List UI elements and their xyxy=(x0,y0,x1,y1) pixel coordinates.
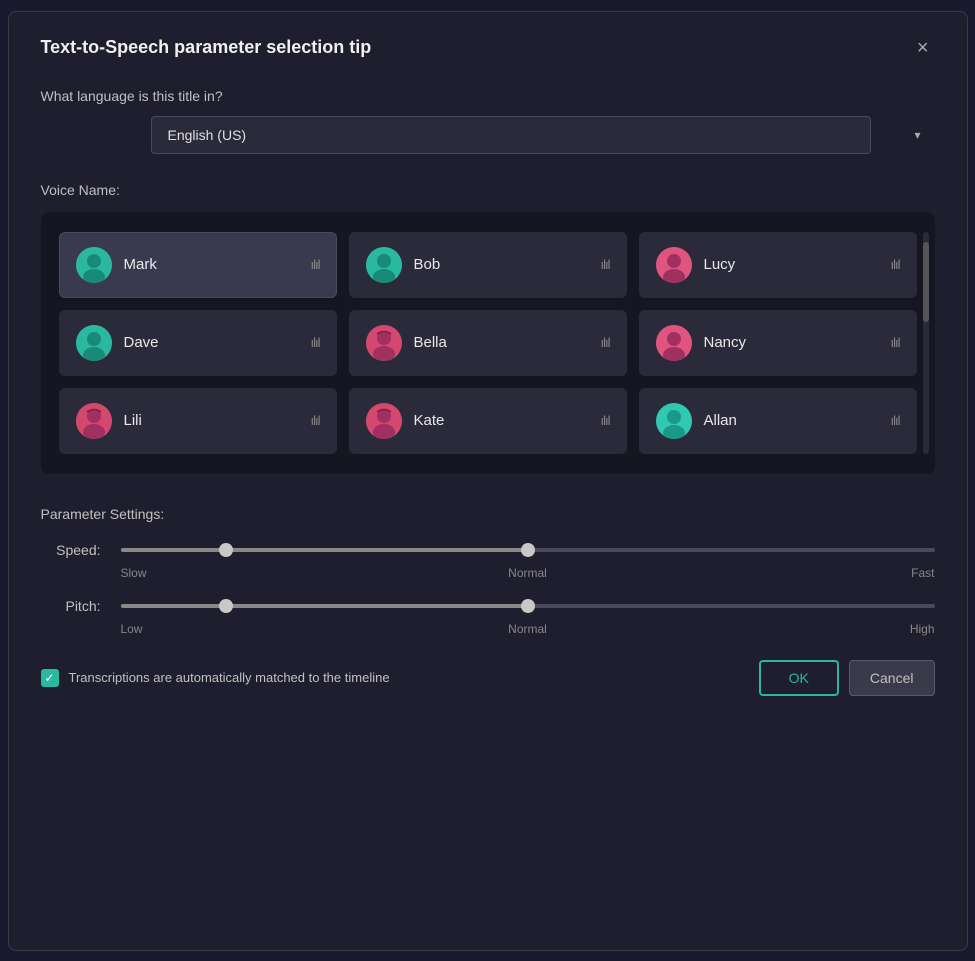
avatar-allan xyxy=(656,403,692,439)
wave-icon-lucy[interactable]: ılıl xyxy=(891,257,900,272)
wave-icon-lili[interactable]: ılıl xyxy=(311,413,320,428)
wave-icon-nancy[interactable]: ılıl xyxy=(891,335,900,350)
voice-card-nancy[interactable]: Nancy ılıl xyxy=(639,310,917,376)
voice-grid: Mark ılıl Bob ılıl Lucy ılıl xyxy=(59,232,917,454)
language-label: What language is this title in? xyxy=(41,88,935,104)
speed-slider-wrapper xyxy=(121,548,935,552)
dialog-header: Text-to-Speech parameter selection tip × xyxy=(41,36,935,60)
voice-name-allan: Allan xyxy=(704,412,891,429)
voice-name-mark: Mark xyxy=(124,256,311,273)
wave-icon-bob[interactable]: ılıl xyxy=(601,257,610,272)
wave-icon-dave[interactable]: ılıl xyxy=(311,335,320,350)
pitch-fill xyxy=(121,604,528,608)
auto-match-checkbox[interactable]: ✓ xyxy=(41,669,59,687)
pitch-slider-wrapper xyxy=(121,604,935,608)
ok-button[interactable]: OK xyxy=(759,660,839,696)
pitch-low-label: Low xyxy=(121,622,143,636)
pitch-high-label: High xyxy=(910,622,935,636)
voice-name-nancy: Nancy xyxy=(704,334,891,351)
dialog-title: Text-to-Speech parameter selection tip xyxy=(41,37,372,58)
voice-name-dave: Dave xyxy=(124,334,311,351)
checkbox-label: Transcriptions are automatically matched… xyxy=(69,670,390,685)
speed-label: Speed: xyxy=(41,542,101,558)
wave-icon-mark[interactable]: ılıl xyxy=(311,257,320,272)
avatar-lucy xyxy=(656,247,692,283)
speed-thumb-1[interactable] xyxy=(219,543,233,557)
checkmark-icon: ✓ xyxy=(44,671,54,685)
footer: ✓ Transcriptions are automatically match… xyxy=(41,660,935,696)
speed-thumb-2[interactable] xyxy=(521,543,535,557)
scrollbar-track xyxy=(923,232,929,454)
param-section-label: Parameter Settings: xyxy=(41,506,935,522)
voice-card-bella[interactable]: Bella ılıl xyxy=(349,310,627,376)
pitch-thumb-1[interactable] xyxy=(219,599,233,613)
chevron-down-icon: ▾ xyxy=(914,128,920,142)
voice-name-bella: Bella xyxy=(414,334,601,351)
wave-icon-bella[interactable]: ılıl xyxy=(601,335,610,350)
voice-name-kate: Kate xyxy=(414,412,601,429)
wave-icon-kate[interactable]: ılıl xyxy=(601,413,610,428)
avatar-bella xyxy=(366,325,402,361)
cancel-button[interactable]: Cancel xyxy=(849,660,935,696)
speed-fast-label: Fast xyxy=(911,566,934,580)
voice-card-lucy[interactable]: Lucy ılıl xyxy=(639,232,917,298)
pitch-label: Pitch: xyxy=(41,598,101,614)
speed-normal-label: Normal xyxy=(508,566,547,580)
avatar-bob xyxy=(366,247,402,283)
pitch-labels: Low Normal High xyxy=(121,622,935,636)
avatar-dave xyxy=(76,325,112,361)
pitch-labels-row: Low Normal High xyxy=(41,622,935,636)
speed-row: Speed: xyxy=(41,542,935,558)
language-select[interactable]: English (US) Spanish French German xyxy=(151,116,871,154)
voice-name-bob: Bob xyxy=(414,256,601,273)
pitch-normal-label: Normal xyxy=(508,622,547,636)
tts-dialog: Text-to-Speech parameter selection tip ×… xyxy=(8,11,968,951)
voice-card-lili[interactable]: Lili ılıl xyxy=(59,388,337,454)
footer-buttons: OK Cancel xyxy=(759,660,935,696)
speed-slow-label: Slow xyxy=(121,566,147,580)
speed-labels-row: Slow Normal Fast xyxy=(41,566,935,580)
voice-card-mark[interactable]: Mark ılıl xyxy=(59,232,337,298)
speed-fill xyxy=(121,548,528,552)
avatar-lili xyxy=(76,403,112,439)
avatar-kate xyxy=(366,403,402,439)
pitch-track xyxy=(121,604,935,608)
wave-icon-allan[interactable]: ılıl xyxy=(891,413,900,428)
voice-card-allan[interactable]: Allan ılıl xyxy=(639,388,917,454)
voice-grid-container: Mark ılıl Bob ılıl Lucy ılıl xyxy=(41,212,935,474)
voice-name-lucy: Lucy xyxy=(704,256,891,273)
pitch-thumb-2[interactable] xyxy=(521,599,535,613)
avatar-nancy xyxy=(656,325,692,361)
voice-section-label: Voice Name: xyxy=(41,182,935,198)
checkbox-wrapper: ✓ Transcriptions are automatically match… xyxy=(41,669,759,687)
scrollbar-thumb[interactable] xyxy=(923,242,929,322)
speed-labels: Slow Normal Fast xyxy=(121,566,935,580)
speed-track xyxy=(121,548,935,552)
language-select-wrapper: English (US) Spanish French German ▾ xyxy=(151,116,935,154)
pitch-row: Pitch: xyxy=(41,598,935,614)
voice-card-bob[interactable]: Bob ılıl xyxy=(349,232,627,298)
voice-name-lili: Lili xyxy=(124,412,311,429)
close-button[interactable]: × xyxy=(911,36,935,60)
voice-card-kate[interactable]: Kate ılıl xyxy=(349,388,627,454)
voice-card-dave[interactable]: Dave ılıl xyxy=(59,310,337,376)
avatar-mark xyxy=(76,247,112,283)
